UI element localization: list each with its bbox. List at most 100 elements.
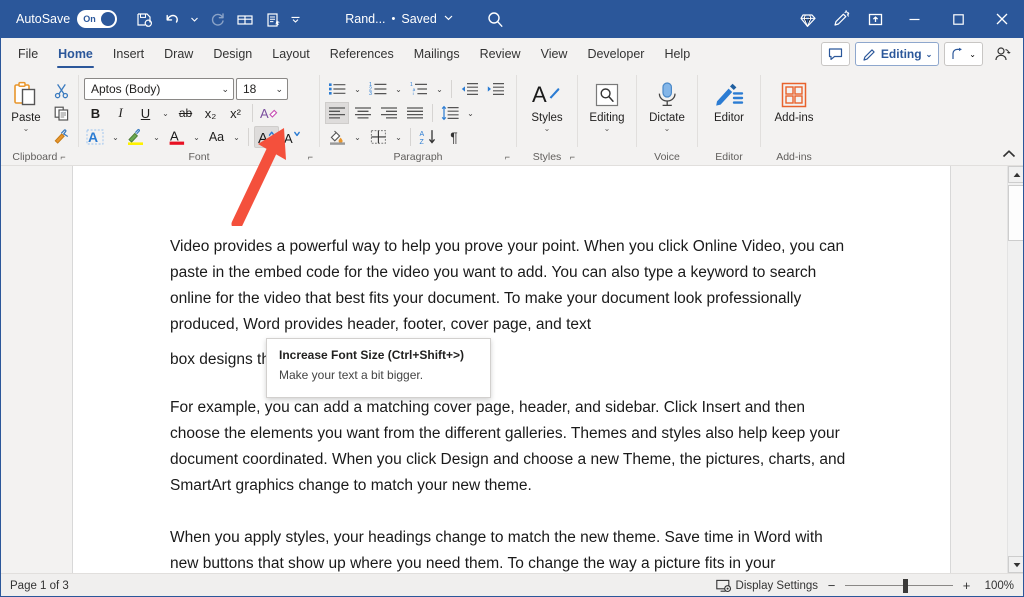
- restore-view-icon[interactable]: [858, 4, 892, 34]
- tab-mailings[interactable]: Mailings: [404, 38, 470, 70]
- underline-dropdown-icon[interactable]: ⌄: [159, 102, 172, 124]
- tab-file[interactable]: File: [8, 38, 48, 70]
- editor-button[interactable]: Editor: [703, 75, 755, 124]
- bullets-dropdown-icon[interactable]: ⌄: [351, 78, 364, 100]
- text-highlight-button[interactable]: [124, 126, 148, 148]
- text-effects-dropdown-icon[interactable]: ⌄: [109, 126, 122, 148]
- increase-indent-icon[interactable]: [483, 78, 507, 100]
- diamond-icon[interactable]: [790, 4, 824, 34]
- editing-button[interactable]: Editing ⌄: [583, 75, 631, 133]
- comments-button[interactable]: [821, 42, 850, 66]
- underline-button[interactable]: U: [134, 102, 157, 124]
- tab-references[interactable]: References: [320, 38, 404, 70]
- shading-icon[interactable]: [325, 126, 349, 148]
- scroll-down-button[interactable]: [1008, 556, 1024, 573]
- font-color-button[interactable]: A: [165, 126, 188, 148]
- title-dropdown-icon[interactable]: [443, 12, 454, 26]
- paste-button[interactable]: Paste ⌄: [5, 75, 47, 133]
- align-center-icon[interactable]: [351, 102, 375, 124]
- scroll-up-button[interactable]: [1008, 166, 1024, 183]
- change-case-dropdown-icon[interactable]: ⌄: [230, 126, 243, 148]
- multilevel-dropdown-icon[interactable]: ⌄: [433, 78, 446, 100]
- line-spacing-dropdown-icon[interactable]: ⌄: [464, 102, 477, 124]
- decrease-font-size-button[interactable]: A: [281, 126, 304, 148]
- subscript-button[interactable]: x₂: [199, 102, 222, 124]
- qat-more-icon[interactable]: [288, 6, 303, 32]
- tab-insert[interactable]: Insert: [103, 38, 154, 70]
- editing-mode-button[interactable]: Editing ⌄: [855, 42, 939, 66]
- text-effects-button[interactable]: A: [84, 126, 107, 148]
- tab-layout[interactable]: Layout: [262, 38, 320, 70]
- styles-button[interactable]: A Styles ⌄: [522, 75, 572, 133]
- tab-draw[interactable]: Draw: [154, 38, 203, 70]
- tab-developer[interactable]: Developer: [577, 38, 654, 70]
- highlight-color-dropdown-icon[interactable]: ⌄: [150, 126, 163, 148]
- zoom-in-button[interactable]: +: [961, 578, 972, 593]
- align-right-icon[interactable]: [377, 102, 401, 124]
- sort-icon[interactable]: AZ: [416, 126, 440, 148]
- italic-button[interactable]: I: [109, 102, 132, 124]
- undo-icon[interactable]: [159, 6, 185, 32]
- borders-icon[interactable]: [366, 126, 390, 148]
- tab-design[interactable]: Design: [203, 38, 262, 70]
- chevron-down-icon[interactable]: ⌄: [664, 125, 671, 133]
- copy-icon[interactable]: [49, 102, 73, 124]
- zoom-slider-thumb[interactable]: [903, 579, 908, 593]
- page-indicator[interactable]: Page 1 of 3: [10, 580, 69, 592]
- chevron-down-icon[interactable]: ⌄: [604, 125, 611, 133]
- collapse-ribbon-button[interactable]: [1002, 149, 1016, 162]
- superscript-button[interactable]: x²: [224, 102, 247, 124]
- search-box[interactable]: [486, 10, 505, 29]
- tab-review[interactable]: Review: [470, 38, 531, 70]
- vertical-scrollbar[interactable]: [1007, 166, 1024, 573]
- font-size-combobox[interactable]: 18 ⌄: [236, 78, 288, 100]
- bullets-icon[interactable]: [325, 78, 349, 100]
- show-paragraph-marks-button[interactable]: ¶: [442, 126, 466, 148]
- strikethrough-button[interactable]: ab: [174, 102, 197, 124]
- document-text-body[interactable]: Video provides a powerful way to help yo…: [170, 234, 850, 573]
- clear-formatting-button[interactable]: A: [258, 102, 281, 124]
- multilevel-list-icon[interactable]: 1ai: [407, 78, 431, 100]
- numbering-dropdown-icon[interactable]: ⌄: [392, 78, 405, 100]
- tab-home[interactable]: Home: [48, 38, 103, 70]
- paste-special-icon[interactable]: [260, 6, 286, 32]
- font-color-dropdown-icon[interactable]: ⌄: [190, 126, 203, 148]
- display-settings-button[interactable]: Display Settings: [716, 579, 818, 593]
- decrease-indent-icon[interactable]: [457, 78, 481, 100]
- maximize-button[interactable]: [936, 0, 980, 38]
- increase-font-size-button[interactable]: A: [254, 126, 279, 148]
- numbering-icon[interactable]: 123: [366, 78, 390, 100]
- borders-dropdown-icon[interactable]: ⌄: [392, 126, 405, 148]
- zoom-slider[interactable]: [845, 579, 953, 593]
- justify-icon[interactable]: [403, 102, 427, 124]
- font-dialog-launcher-icon[interactable]: ⌐: [308, 152, 313, 162]
- dictate-button[interactable]: Dictate ⌄: [642, 75, 692, 133]
- tab-view[interactable]: View: [531, 38, 578, 70]
- align-left-icon[interactable]: [325, 102, 349, 124]
- undo-dropdown-icon[interactable]: [187, 6, 202, 32]
- shading-dropdown-icon[interactable]: ⌄: [351, 126, 364, 148]
- tab-help[interactable]: Help: [654, 38, 700, 70]
- zoom-out-button[interactable]: −: [826, 578, 837, 593]
- clipboard-dialog-launcher-icon[interactable]: ⌐: [60, 152, 65, 162]
- share-people-icon[interactable]: [988, 42, 1018, 66]
- autosave-toggle[interactable]: On: [77, 10, 117, 28]
- paragraph-dialog-launcher-icon[interactable]: ⌐: [505, 152, 510, 162]
- chevron-down-icon[interactable]: ⌄: [23, 125, 30, 133]
- styles-dialog-launcher-icon[interactable]: ⌐: [570, 152, 575, 162]
- line-spacing-icon[interactable]: [438, 102, 462, 124]
- pen-icon[interactable]: [824, 4, 858, 34]
- cut-icon[interactable]: [49, 79, 73, 101]
- scrollbar-thumb[interactable]: [1008, 185, 1024, 241]
- autosave-control[interactable]: AutoSave On: [16, 10, 117, 28]
- chevron-down-icon[interactable]: ⌄: [544, 125, 551, 133]
- share-button[interactable]: ⌄: [944, 42, 983, 66]
- save-icon[interactable]: [131, 6, 157, 32]
- document-page[interactable]: Video provides a powerful way to help yo…: [72, 166, 951, 573]
- zoom-level-label[interactable]: 100%: [980, 580, 1014, 592]
- minimize-button[interactable]: [892, 0, 936, 38]
- addins-button[interactable]: Add-ins: [766, 75, 822, 124]
- font-family-combobox[interactable]: Aptos (Body) ⌄: [84, 78, 234, 100]
- close-button[interactable]: [980, 0, 1024, 38]
- document-title-area[interactable]: Rand... • Saved: [345, 12, 454, 26]
